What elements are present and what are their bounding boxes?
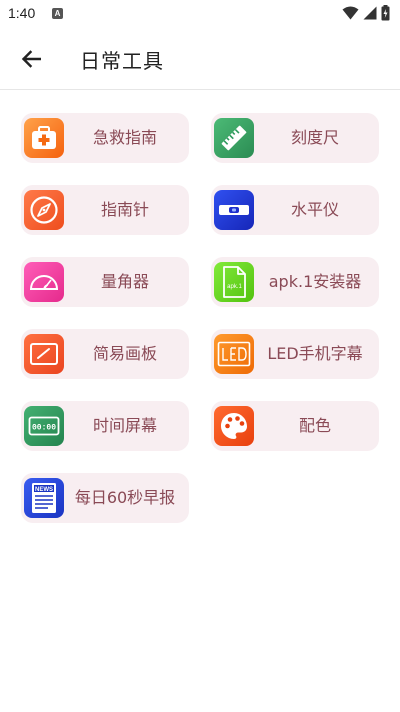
tool-spirit-level[interactable]: 水平仪 xyxy=(211,185,379,235)
drawing-board-icon xyxy=(24,334,64,374)
apk-file-icon: apk.1 xyxy=(214,262,254,302)
notification-icon: A xyxy=(52,8,63,19)
news-icon-text: NEWS xyxy=(35,487,53,493)
tool-label: 刻度尺 xyxy=(290,128,339,147)
tool-label: 每日60秒早报 xyxy=(74,488,176,507)
signal-icon xyxy=(363,6,377,20)
arrow-left-icon xyxy=(21,50,41,68)
tool-label: 水平仪 xyxy=(290,200,339,219)
tool-label: 量角器 xyxy=(100,272,149,291)
palette-icon xyxy=(214,406,254,446)
first-aid-kit-icon xyxy=(24,118,64,158)
tool-label: apk.1安装器 xyxy=(268,272,362,291)
tool-label: 急救指南 xyxy=(92,128,157,147)
tool-protractor[interactable]: 量角器 xyxy=(21,257,189,307)
tool-first-aid-guide[interactable]: 急救指南 xyxy=(21,113,189,163)
tool-label: 指南针 xyxy=(100,200,149,219)
apk-icon-text: apk.1 xyxy=(227,284,242,290)
tool-label: 简易画板 xyxy=(92,344,157,363)
tool-label: 时间屏幕 xyxy=(92,416,157,435)
tool-daily-news[interactable]: NEWS 每日60秒早报 xyxy=(21,473,189,523)
tool-color-scheme[interactable]: 配色 xyxy=(211,401,379,451)
tool-ruler[interactable]: 刻度尺 xyxy=(211,113,379,163)
ruler-icon xyxy=(214,118,254,158)
battery-icon xyxy=(381,5,390,21)
tool-apk-installer[interactable]: apk.1 apk.1安装器 xyxy=(211,257,379,307)
page-title: 日常工具 xyxy=(80,49,164,73)
tool-label: 配色 xyxy=(298,416,331,435)
clock-screen-icon: 00:00 xyxy=(24,406,64,446)
tool-drawing-board[interactable]: 简易画板 xyxy=(21,329,189,379)
tool-led-subtitle[interactable]: LED手机字幕 xyxy=(211,329,379,379)
tool-time-screen[interactable]: 00:00 时间屏幕 xyxy=(21,401,189,451)
clock-icon-text: 00:00 xyxy=(32,424,56,433)
tool-label: LED手机字幕 xyxy=(267,344,363,363)
spirit-level-icon xyxy=(214,190,254,230)
status-bar: 1:40 A xyxy=(0,0,400,28)
tool-compass[interactable]: 指南针 xyxy=(21,185,189,235)
status-icons xyxy=(342,5,390,21)
back-button[interactable] xyxy=(16,45,46,73)
led-marquee-icon xyxy=(214,334,254,374)
wifi-icon xyxy=(342,6,359,20)
app-bar: 日常工具 xyxy=(0,28,400,90)
news-icon: NEWS xyxy=(24,478,64,518)
compass-icon xyxy=(24,190,64,230)
status-time: 1:40 xyxy=(8,5,36,21)
protractor-icon xyxy=(24,262,64,302)
